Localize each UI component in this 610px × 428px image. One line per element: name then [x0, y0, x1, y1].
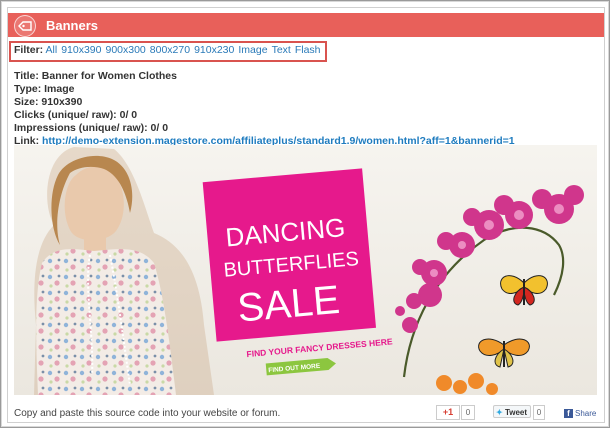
filter-900x300[interactable]: 900x300: [105, 44, 145, 56]
panel-header: Banners: [8, 13, 604, 37]
banner-title: Title: Banner for Women Clothes: [14, 70, 177, 82]
banners-panel: Banners Filter: All 910x390 900x300 800x270…: [7, 7, 605, 423]
filter-910x390[interactable]: 910x390: [61, 44, 101, 56]
copy-instructions: Copy and paste this source code into you…: [14, 408, 281, 419]
tweet-label: Tweet: [504, 408, 528, 417]
filter-all[interactable]: All: [46, 44, 58, 56]
facebook-icon: f: [564, 409, 573, 419]
tweet-count: 0: [533, 405, 545, 420]
filter-label: Filter:: [14, 44, 44, 56]
banner-clicks: Clicks (unique/ raw): 0/ 0: [14, 109, 138, 121]
filter-image[interactable]: Image: [238, 44, 267, 56]
banner-type: Type: Image: [14, 83, 75, 95]
banner-line3: SALE: [236, 278, 342, 331]
window-frame: Banners Filter: All 910x390 900x300 800x270…: [0, 0, 610, 428]
filter-800x270[interactable]: 800x270: [150, 44, 190, 56]
filter-bar: Filter: All 910x390 900x300 800x270 910x230 I…: [14, 44, 325, 56]
tweet-button[interactable]: ✦ Tweet: [493, 405, 531, 418]
filter-flash[interactable]: Flash: [295, 44, 321, 56]
gplus-count: 0: [461, 405, 475, 420]
banner-size: Size: 910x390: [14, 96, 83, 108]
filter-text[interactable]: Text: [272, 44, 291, 56]
facebook-share-button[interactable]: f Share: [564, 409, 597, 419]
banner-impressions: Impressions (unique/ raw): 0/ 0: [14, 122, 169, 134]
twitter-bird-icon: ✦: [496, 408, 503, 417]
share-label: Share: [575, 409, 597, 418]
banner-artwork: DANCING BUTTERFLIES SALE FIND YOUR FANCY…: [14, 145, 597, 395]
banner-info: Title: Banner for Women Clothes Type: Im…: [14, 70, 515, 148]
panel-title: Banners: [46, 18, 99, 33]
banner-image[interactable]: DANCING BUTTERFLIES SALE FIND YOUR FANCY…: [14, 145, 597, 395]
tag-arrow-icon: [14, 15, 36, 37]
filter-910x230[interactable]: 910x230: [194, 44, 234, 56]
gplus-button[interactable]: +1: [436, 405, 460, 420]
